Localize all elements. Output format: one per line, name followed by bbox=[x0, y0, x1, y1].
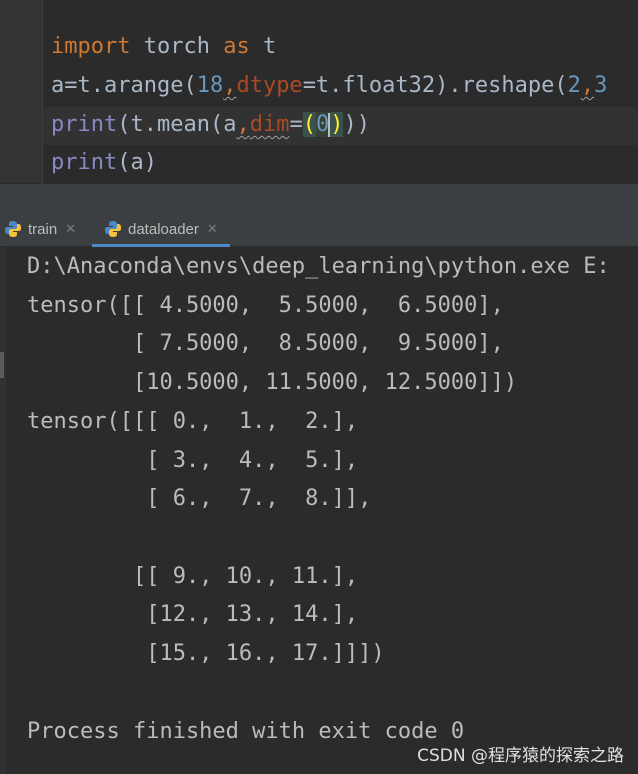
code-line-2[interactable]: a=t.arange(18,dtype=t.float32).reshape(2… bbox=[51, 67, 607, 105]
console-line: tensor([[ 4.5000, 5.5000, 6.5000], bbox=[27, 293, 504, 318]
equals-token: = bbox=[289, 112, 303, 137]
comma-token: , bbox=[223, 73, 237, 98]
console-left-strip bbox=[0, 247, 6, 774]
console-line: [10.5000, 11.5000, 12.5000]]) bbox=[27, 370, 518, 395]
code-print-args: (a) bbox=[117, 150, 157, 175]
code-arange-call: =t.arange( bbox=[64, 73, 197, 98]
number-literal: 2 bbox=[567, 73, 581, 98]
code-line-4[interactable]: print(a) bbox=[51, 144, 157, 182]
builtin-print: print bbox=[51, 112, 118, 137]
brace-open: ( bbox=[302, 112, 316, 137]
scroll-handle[interactable] bbox=[0, 352, 4, 378]
run-tab-bar: train ✕ dataloader ✕ bbox=[0, 212, 638, 247]
console-line: [ 6., 7., 8.]], bbox=[27, 486, 372, 511]
editor-gutter bbox=[0, 0, 43, 183]
tab-label: dataloader bbox=[128, 220, 199, 238]
code-reshape-call: =t.float32).reshape( bbox=[302, 73, 568, 98]
python-icon bbox=[104, 220, 122, 238]
comma-token: , bbox=[580, 73, 595, 98]
param-dtype: dtype bbox=[236, 73, 303, 98]
brace-close: ) bbox=[330, 112, 344, 137]
keyword-import: import bbox=[51, 34, 131, 59]
console-line: tensor([[[ 0., 1., 2.], bbox=[27, 409, 359, 434]
console-exit-line: Process finished with exit code 0 bbox=[27, 719, 465, 744]
variable-a: a bbox=[51, 73, 65, 98]
console-line: [[ 9., 10., 11.], bbox=[27, 564, 359, 589]
console-line: [ 7.5000, 8.5000, 9.5000], bbox=[27, 331, 504, 356]
number-literal: 18 bbox=[196, 73, 224, 98]
comma-token: , bbox=[236, 112, 250, 137]
keyword-as: as bbox=[223, 34, 250, 59]
console-line: [ 3., 4., 5.], bbox=[27, 448, 359, 473]
builtin-print: print bbox=[51, 150, 118, 175]
tab-dataloader[interactable]: dataloader ✕ bbox=[92, 212, 230, 247]
number-literal: 3 bbox=[594, 73, 608, 98]
module-name: torch bbox=[130, 34, 224, 59]
number-literal: 0 bbox=[315, 112, 330, 137]
param-dim: dim bbox=[249, 112, 290, 137]
code-closing-parens: )) bbox=[343, 112, 370, 137]
code-editor[interactable]: import torch as t a=t.arange(18,dtype=t.… bbox=[0, 0, 638, 183]
python-icon bbox=[4, 220, 22, 238]
tab-train[interactable]: train ✕ bbox=[2, 212, 84, 246]
tab-label: train bbox=[28, 220, 58, 238]
close-icon[interactable]: ✕ bbox=[65, 221, 76, 237]
console-line: [12., 13., 14.], bbox=[27, 602, 359, 627]
module-alias: t bbox=[249, 34, 277, 59]
close-icon[interactable]: ✕ bbox=[207, 221, 218, 237]
variable-a: a bbox=[223, 112, 237, 137]
code-mean-call: (t.mean( bbox=[117, 112, 224, 137]
panel-splitter[interactable] bbox=[0, 183, 638, 212]
console-line: D:\Anaconda\envs\deep_learning\python.ex… bbox=[27, 254, 610, 279]
console-line: [15., 16., 17.]]]) bbox=[27, 641, 385, 666]
code-line-3[interactable]: print(t.mean(a,dim=(0))) bbox=[51, 106, 370, 144]
watermark: CSDN @程序猿的探索之路 bbox=[417, 746, 624, 766]
code-line-1[interactable]: import torch as t bbox=[51, 28, 276, 66]
